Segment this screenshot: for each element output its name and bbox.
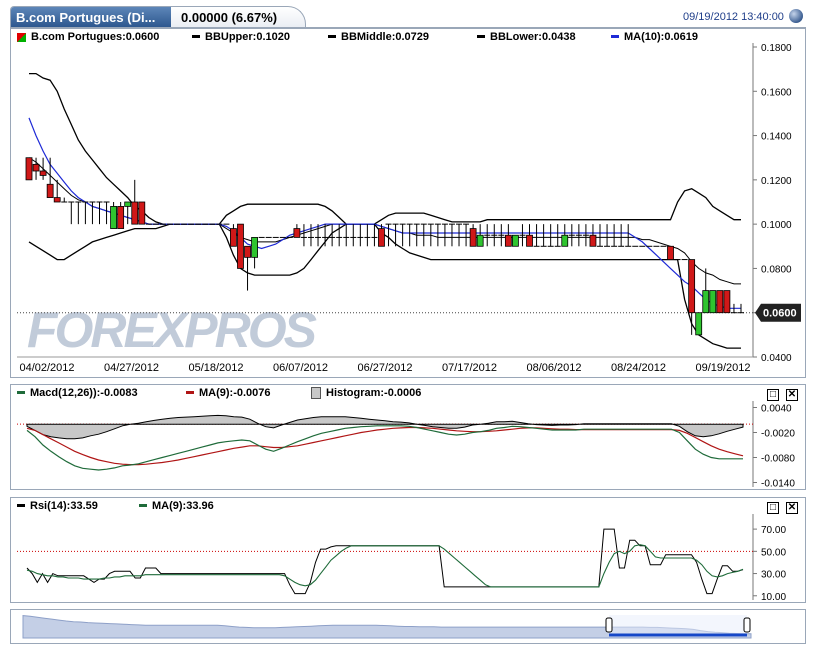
rsi-y-tick-label: 70.00 — [761, 525, 786, 536]
candle-body — [469, 228, 477, 247]
candle-body — [378, 228, 385, 247]
candle-body — [526, 234, 533, 247]
rsi-y-tick-label: 30.00 — [761, 570, 786, 581]
candle-body — [25, 157, 33, 181]
price-x-tick-label: 08/06/2012 — [526, 362, 581, 374]
candle-body — [476, 234, 484, 247]
globe-icon[interactable] — [789, 9, 803, 23]
candle-body — [244, 245, 251, 258]
candle-body — [39, 170, 47, 176]
macd-chart: 0.0040 -0.0020 -0.0080 -0.0140 — [17, 401, 795, 490]
candle-body — [138, 201, 146, 225]
price-y-tick-label: 0.1000 — [761, 220, 792, 231]
price-x-tick-label: 07/17/2012 — [442, 362, 497, 374]
candle-body — [716, 290, 724, 314]
navigator-handle — [743, 617, 751, 633]
macd-line — [26, 425, 743, 471]
rsi-chart: 70.00 50.00 30.00 10.00 — [17, 514, 786, 603]
price-x-tick-label: 06/27/2012 — [357, 362, 412, 374]
candle-body — [237, 223, 244, 269]
macd-y-tick-label: -0.0080 — [761, 454, 795, 465]
price-y-tick-label: 0.1800 — [761, 43, 792, 54]
candle-body — [32, 163, 40, 172]
price-y-tick-label: 0.1200 — [761, 176, 792, 187]
candle-body — [504, 234, 512, 247]
instrument-quote: 0.00000 (6.67%) — [181, 10, 278, 25]
price-x-tick-label: 09/19/2012 — [695, 362, 750, 374]
candle-body — [688, 259, 696, 314]
macd-y-tick-label: -0.0140 — [761, 479, 795, 490]
instrument-tab[interactable]: B.com Portugues (Di... 0.00000 (6.67%) — [10, 6, 306, 28]
candle-body — [702, 290, 710, 314]
price-y-tick-label: 0.0800 — [761, 264, 792, 275]
watermark: FOREXPROS — [27, 302, 317, 358]
candle-body — [110, 206, 117, 229]
bb-upper-line — [29, 72, 741, 225]
rsi-panel: Rsi(14):33.59 MA(9):33.96 □ ✕ 70.00 50.00… — [10, 497, 806, 603]
macd-y-tick-label: -0.0020 — [761, 429, 795, 440]
instrument-name: B.com Portugues (Di... — [11, 7, 171, 28]
price-y-tick-label: 0.1400 — [761, 132, 792, 143]
timestamp: 09/19/2012 13:40:00 — [683, 11, 784, 23]
macd-histogram — [26, 414, 744, 440]
candle-body — [561, 234, 569, 247]
candle-body — [117, 206, 125, 229]
navigator-handle — [605, 617, 613, 633]
price-x-tick-label: 04/02/2012 — [19, 362, 74, 374]
navigator-panel[interactable] — [10, 609, 806, 644]
candle-body — [131, 201, 139, 225]
price-chart: FOREXPROS 0.1800 0.1600 0.1400 0.1200 0.1000 0… — [17, 43, 801, 374]
candle-body — [589, 234, 597, 247]
macd-y-tick-label: 0.0040 — [761, 404, 792, 415]
price-y-tick-label: 0.0400 — [761, 353, 792, 364]
price-x-tick-label: 08/24/2012 — [611, 362, 666, 374]
navigator-chart[interactable] — [11, 610, 807, 645]
candle-body — [124, 201, 132, 207]
candle-body — [53, 197, 61, 203]
candle-body — [512, 234, 519, 247]
last-price-label: 0.0600 — [763, 308, 797, 320]
candle-body — [667, 245, 674, 260]
price-x-tick-label: 04/27/2012 — [104, 362, 159, 374]
candle-body — [251, 237, 258, 258]
candle-body — [695, 312, 703, 336]
rsi-y-tick-label: 10.00 — [761, 592, 786, 603]
price-x-tick-label: 05/18/2012 — [188, 362, 243, 374]
macd-signal-line — [26, 426, 744, 466]
macd-panel: Macd(12,26)):-0.0083 MA(9):-0.0076 Histo… — [10, 384, 806, 490]
rsi-line — [26, 528, 744, 595]
price-panel: B.com Portugues:0.0600 BBUpper:0.1020 BB… — [10, 28, 806, 378]
candle-body — [293, 228, 301, 238]
candle-body — [709, 290, 717, 314]
candle-body — [230, 228, 237, 247]
candle-body — [46, 183, 54, 198]
price-y-tick-label: 0.1600 — [761, 87, 792, 98]
price-x-tick-label: 06/07/2012 — [273, 362, 328, 374]
candle-body — [723, 290, 731, 314]
rsi-y-tick-label: 50.00 — [761, 547, 786, 558]
